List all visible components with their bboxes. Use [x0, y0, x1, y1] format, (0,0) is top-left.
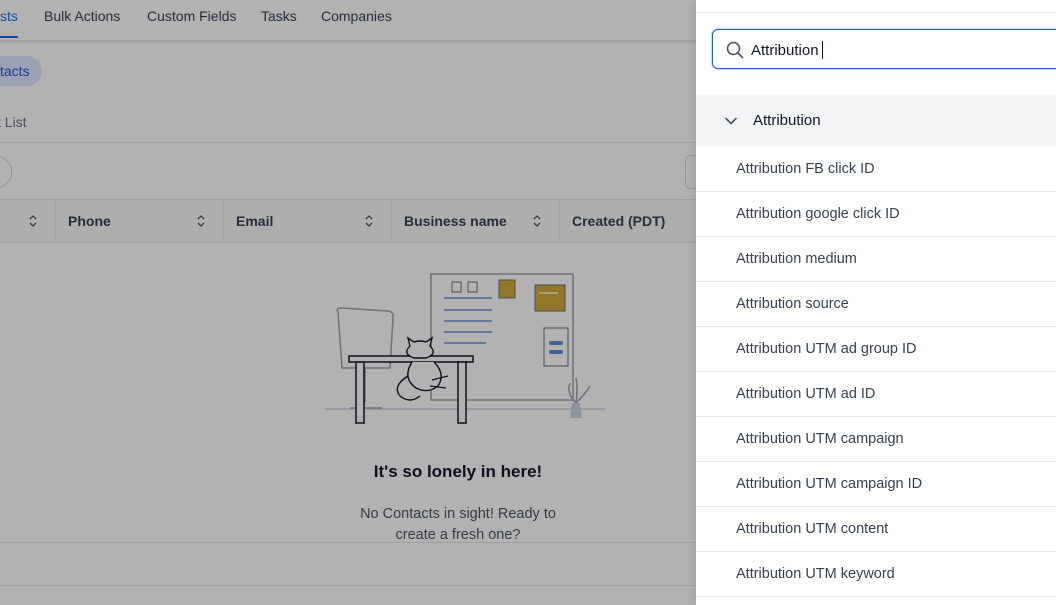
field-search-box[interactable]: [712, 29, 1056, 69]
field-item-label: Attribution UTM campaign: [736, 431, 904, 447]
field-item[interactable]: Attribution UTM ad ID: [696, 372, 1056, 417]
field-item[interactable]: Attribution FB click ID: [696, 147, 1056, 192]
field-item[interactable]: Attribution UTM keyword: [696, 552, 1056, 597]
field-item-label: Attribution UTM keyword: [736, 566, 895, 582]
field-item-label: Attribution google click ID: [736, 206, 900, 222]
field-item-label: Attribution UTM content: [736, 521, 889, 537]
divider: [696, 12, 1056, 13]
field-item-label: Attribution source: [736, 296, 849, 312]
group-header-attribution[interactable]: Attribution: [696, 95, 1056, 147]
field-item[interactable]: Attribution medium: [696, 237, 1056, 282]
field-item-label: Attribution UTM ad group ID: [736, 341, 917, 357]
field-item[interactable]: Attribution UTM campaign: [696, 417, 1056, 462]
field-search-input[interactable]: [751, 36, 1051, 64]
field-item[interactable]: Attribution UTM ad group ID: [696, 327, 1056, 372]
field-item[interactable]: Attribution google click ID: [696, 192, 1056, 237]
field-item[interactable]: Attribution source: [696, 282, 1056, 327]
field-item-label: Attribution UTM ad ID: [736, 386, 876, 402]
field-item[interactable]: Attribution UTM campaign ID: [696, 462, 1056, 507]
field-picker-drawer: Attribution Attribution FB click ID Attr…: [696, 0, 1056, 605]
text-caret: [822, 41, 823, 59]
field-item[interactable]: Attribution UTM content: [696, 507, 1056, 552]
field-item-label: Attribution medium: [736, 251, 857, 267]
field-item-label: Attribution UTM campaign ID: [736, 476, 923, 492]
group-label: Attribution: [753, 112, 821, 129]
search-icon: [726, 41, 744, 59]
field-item-label: Attribution FB click ID: [736, 161, 875, 177]
chevron-down-icon[interactable]: [724, 114, 738, 128]
